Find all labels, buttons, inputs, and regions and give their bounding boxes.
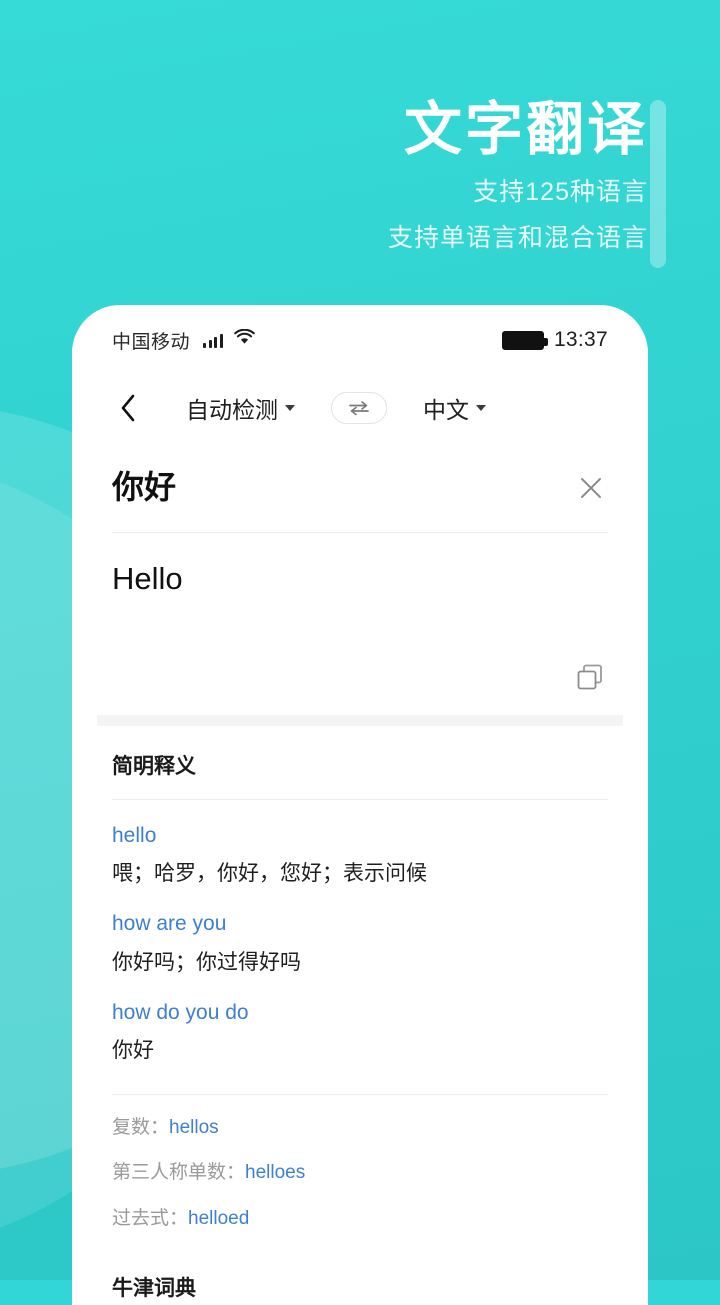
word-form-value[interactable]: hellos [169, 1117, 219, 1138]
source-text[interactable]: 你好 [112, 467, 574, 509]
battery-full-icon [501, 330, 548, 350]
entry-definition: 你好吗；你过得好吗 [112, 950, 301, 974]
word-form-label: 复数： [112, 1116, 170, 1138]
status-bar-right: 13:37 [501, 328, 608, 352]
word-form-label: 第三人称单数： [112, 1162, 246, 1184]
hero-subtitle-2: 支持单语言和混合语言 [387, 224, 648, 253]
close-icon [581, 478, 601, 498]
decorative-vertical-bar [650, 100, 666, 268]
list-item[interactable]: how do you do 你好 [112, 977, 608, 1066]
list-item[interactable]: hello 喂；哈罗，你好，您好；表示问候 [112, 800, 608, 889]
entry-term[interactable]: how do you do [112, 999, 608, 1026]
source-text-area[interactable]: 你好 [72, 441, 648, 509]
source-text-row: 你好 [112, 467, 608, 509]
dictionary-title: 简明释义 [112, 754, 196, 778]
entry-term[interactable]: how are you [112, 910, 608, 937]
entry-term[interactable]: hello [112, 822, 608, 849]
word-forms-rule [112, 1093, 608, 1095]
word-form-value[interactable]: helloes [245, 1162, 305, 1183]
copy-icon [577, 664, 602, 689]
word-form-label: 过去式： [112, 1207, 189, 1229]
clock-label: 13:37 [553, 328, 608, 351]
hero-subtitle-1: 支持125种语言 [473, 178, 648, 207]
oxford-dictionary-title: 牛津词典 [112, 1276, 196, 1300]
signal-bars-icon [203, 332, 223, 348]
swap-languages-button[interactable] [331, 392, 387, 424]
target-text-area: Hello [72, 533, 648, 651]
translated-text: Hello [112, 560, 183, 596]
back-button[interactable] [108, 388, 148, 428]
hero-section: 文字翻译 支持125种语言 支持单语言和混合语言 [388, 96, 648, 256]
chevron-down-icon [285, 405, 295, 411]
source-language-label: 自动检测 [186, 397, 278, 423]
page-title: 文字翻译 [403, 97, 648, 162]
copy-button[interactable] [572, 659, 608, 695]
chevron-down-icon [476, 405, 486, 411]
dictionary-section: 简明释义 hello 喂；哈罗，你好，您好；表示问候 how are you 你… [72, 726, 648, 1302]
list-item[interactable]: how are you 你好吗；你过得好吗 [112, 888, 608, 977]
word-form-row: 复数：hellos [112, 1116, 608, 1141]
nav-bar: 自动检测 中文 [72, 375, 648, 441]
word-form-row: 过去式：helloed [112, 1207, 608, 1232]
source-language-selector[interactable]: 自动检测 [186, 391, 295, 425]
entry-definition: 喂；哈罗，你好，您好；表示问候 [112, 861, 427, 885]
target-actions [72, 651, 648, 695]
phone-mockup: 中国移动 13:37 自动检测 中文 你好 Hello 简明释义 hello 喂… [72, 305, 648, 1305]
target-language-selector[interactable]: 中文 [423, 391, 486, 425]
wifi-icon [233, 328, 255, 351]
status-bar: 中国移动 13:37 [72, 305, 648, 375]
carrier-label: 中国移动 [112, 331, 191, 353]
entry-definition: 你好 [112, 1039, 154, 1063]
swap-arrows-icon [349, 401, 369, 416]
section-separator-band [97, 714, 623, 726]
target-language-label: 中文 [423, 397, 469, 423]
clear-button[interactable] [574, 471, 608, 505]
word-form-row: 第三人称单数：helloes [112, 1161, 608, 1186]
word-form-value[interactable]: helloed [188, 1208, 249, 1229]
